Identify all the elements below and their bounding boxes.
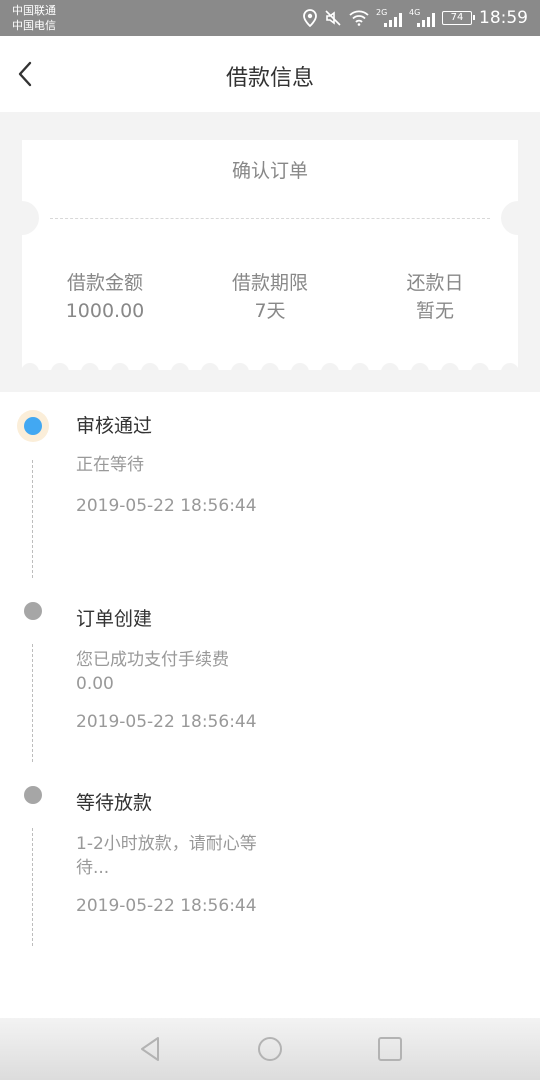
mute-icon: [325, 10, 341, 26]
signal-icon: [384, 13, 402, 27]
step-description: 正在等待: [76, 455, 144, 475]
recents-square-icon[interactable]: [373, 1032, 407, 1066]
signal-icon: [417, 13, 435, 27]
sim2-signal: 4G: [409, 8, 435, 28]
step-title: 等待放款: [76, 792, 153, 814]
battery-icon: 74: [442, 11, 475, 25]
status-dot-active: [24, 417, 42, 435]
loan-amount: 借款金额 1000.00: [22, 270, 188, 326]
timeline-connector: [32, 828, 33, 946]
timeline-connector: [32, 460, 33, 578]
step-title: 审核通过: [76, 415, 153, 437]
status-bar: 中国联通 中国电信 2G 4G 74 18:59: [0, 0, 540, 36]
repayment-date: 还款日 暂无: [352, 270, 518, 326]
order-ticket-card: 确认订单 借款金额 1000.00 借款期限 7天 还款日 暂无: [22, 140, 518, 370]
carrier-info: 中国联通 中国电信: [12, 3, 56, 33]
carrier-1: 中国联通: [12, 4, 56, 17]
timeline-connector: [32, 644, 33, 762]
location-icon: [303, 9, 317, 27]
step-description: 您已成功支付手续费0.00: [76, 650, 229, 694]
loan-term: 借款期限 7天: [188, 270, 352, 326]
step-timestamp: 2019-05-22 18:56:44: [76, 496, 257, 516]
clock: 18:59: [479, 8, 528, 28]
status-dot: [24, 602, 42, 620]
loan-amount-label: 借款金额: [66, 272, 143, 294]
sim1-signal: 2G: [376, 8, 402, 28]
back-triangle-icon[interactable]: [133, 1032, 167, 1066]
order-summary-section: 确认订单 借款金额 1000.00 借款期限 7天 还款日 暂无: [0, 112, 540, 392]
progress-timeline: 审核通过 正在等待 2019-05-22 18:56:44 订单创建 您已成功支…: [0, 392, 540, 1018]
step-description: 1-2小时放款，请耐心等待...: [76, 834, 257, 878]
step-title: 订单创建: [76, 608, 153, 630]
repayment-date-value: 暂无: [415, 300, 454, 322]
carrier-2: 中国电信: [12, 19, 56, 32]
status-dot: [24, 786, 42, 804]
system-nav-bar: [0, 1018, 540, 1080]
ticket-heading: 确认订单: [231, 160, 308, 182]
step-timestamp: 2019-05-22 18:56:44: [76, 896, 257, 916]
ticket-divider: [50, 218, 490, 219]
loan-amount-value: 1000.00: [65, 300, 145, 322]
home-circle-icon[interactable]: [253, 1032, 287, 1066]
loan-term-value: 7天: [254, 300, 286, 322]
page-title: 借款信息: [225, 66, 314, 91]
status-icons: 2G 4G 74 18:59: [303, 0, 528, 36]
step-timestamp: 2019-05-22 18:56:44: [76, 712, 257, 732]
app-header: 借款信息: [0, 36, 540, 112]
loan-term-label: 借款期限: [231, 272, 308, 294]
wifi-icon: [349, 10, 369, 26]
repayment-date-label: 还款日: [406, 272, 464, 294]
